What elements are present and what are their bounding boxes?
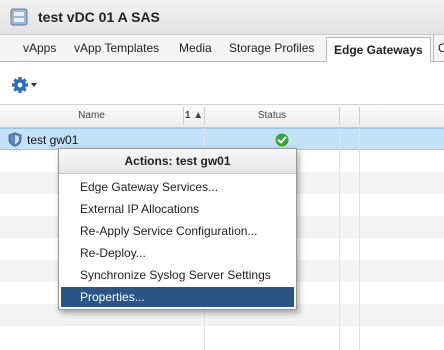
edge-gateway-icon	[8, 132, 22, 147]
column-divider	[339, 128, 340, 350]
tab-c[interactable]: C	[433, 35, 444, 62]
menu-item-external-ip-allocations[interactable]: External IP Allocations	[59, 198, 296, 220]
context-menu: Actions: test gw01 Edge Gateway Services…	[58, 148, 297, 310]
tab-strip: vApps vApp Templates Media Storage Profi…	[0, 35, 444, 63]
table-row	[0, 326, 444, 348]
context-menu-title: Actions: test gw01	[59, 149, 296, 174]
gear-icon[interactable]	[12, 76, 40, 94]
menu-item-properties[interactable]: Properties...	[61, 287, 294, 307]
menu-item-redeploy[interactable]: Re-Deploy...	[59, 242, 296, 264]
page-title: test vDC 01 A SAS	[38, 9, 160, 25]
table-row[interactable]: test gw01	[0, 128, 444, 150]
check-circle-icon	[275, 133, 289, 147]
column-header-name[interactable]: Name	[0, 105, 183, 127]
sort-indicator[interactable]: 1 ▲	[184, 105, 204, 127]
column-divider	[359, 128, 360, 350]
tab-storage-profiles[interactable]: Storage Profiles	[229, 35, 314, 62]
toolbar	[0, 62, 444, 104]
column-header-status[interactable]: Status	[205, 105, 339, 127]
tab-vapp-templates[interactable]: vApp Templates	[74, 35, 159, 62]
menu-item-synchronize-syslog[interactable]: Synchronize Syslog Server Settings	[59, 264, 296, 286]
title-bar: test vDC 01 A SAS	[0, 0, 444, 35]
menu-item-reapply-service-configuration[interactable]: Re-Apply Service Configuration...	[59, 220, 296, 242]
grid-header: Name 1 ▲ Status	[0, 104, 444, 128]
vdc-icon	[10, 8, 28, 26]
row-name: test gw01	[27, 133, 79, 147]
tab-edge-gateways[interactable]: Edge Gateways	[326, 37, 431, 63]
menu-item-edge-gateway-services[interactable]: Edge Gateway Services...	[59, 176, 296, 198]
tab-media[interactable]: Media	[179, 35, 212, 62]
tab-vapps[interactable]: vApps	[23, 35, 56, 62]
